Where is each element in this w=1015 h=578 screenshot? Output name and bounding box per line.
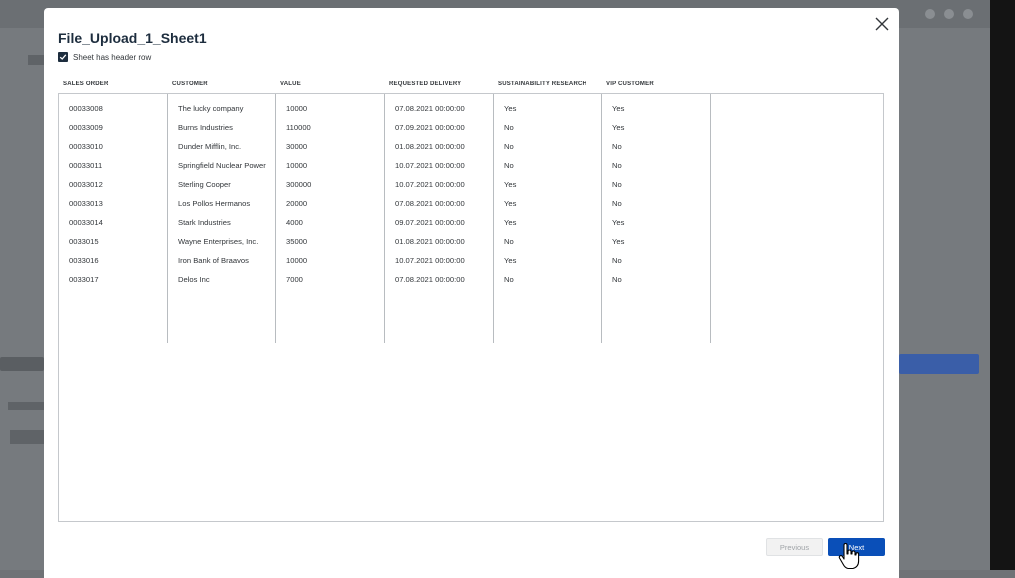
- table-cell: 10.07.2021 00:00:00: [395, 180, 465, 189]
- table-cell: The lucky company: [178, 104, 244, 113]
- background-heading: [0, 357, 44, 371]
- close-button[interactable]: [872, 14, 892, 34]
- table-cell: Yes: [504, 218, 517, 227]
- table-cell: 07.09.2021 00:00:00: [395, 123, 465, 132]
- header-row-checkbox[interactable]: [58, 52, 68, 62]
- table-row: 0033016 Iron Bank of Braavos 10000 10.07.20…: [59, 251, 885, 270]
- table-cell: 01.08.2021 00:00:00: [395, 237, 465, 246]
- table-cell: Los Pollos Hermanos: [178, 199, 251, 208]
- table-cell: Yes: [504, 256, 517, 265]
- table-cell: 10.07.2021 00:00:00: [395, 161, 465, 170]
- background-icon: [944, 9, 954, 19]
- table-cell: 09.07.2021 00:00:00: [395, 218, 465, 227]
- table-cell: Yes: [612, 104, 625, 113]
- table-cell: No: [504, 275, 514, 284]
- table-cell: 4000: [286, 218, 303, 227]
- table-cell: 0033016: [69, 256, 99, 265]
- table-cell: Yes: [612, 218, 625, 227]
- table-cell: No: [612, 180, 622, 189]
- table-cell: Sterling Cooper: [178, 180, 231, 189]
- table-row: 00033009 Burns Industries 110000 07.09.2021…: [59, 118, 885, 137]
- table-cell: Yes: [504, 104, 517, 113]
- table-row: 00033014 Stark Industries 4000 09.07.2021 0…: [59, 213, 885, 232]
- table-cell: No: [504, 161, 514, 170]
- table-cell: 10.07.2021 00:00:00: [395, 256, 465, 265]
- table-cell: Dunder Mifflin, Inc.: [178, 142, 242, 151]
- table-cell: 00033009: [69, 123, 103, 132]
- background-button: [899, 354, 979, 374]
- table-cell: 0033015: [69, 237, 99, 246]
- table-cell: 00033013: [69, 199, 103, 208]
- table-cell: 07.08.2021 00:00:00: [395, 104, 465, 113]
- table-cell: 35000: [286, 237, 308, 246]
- table-cell: No: [612, 199, 622, 208]
- table-cell: No: [612, 161, 622, 170]
- table-cell: 30000: [286, 142, 308, 151]
- table-cell: No: [504, 123, 514, 132]
- hand-cursor-icon: [838, 543, 860, 570]
- table-cell: No: [504, 237, 514, 246]
- table-cell: 110000: [286, 123, 311, 132]
- checkmark-icon: [59, 54, 67, 60]
- table-cell: 10000: [286, 161, 308, 170]
- table-cell: Yes: [612, 123, 625, 132]
- table-row: 00033013 Los Pollos Hermanos 20000 07.08.20…: [59, 194, 885, 213]
- background-icon: [925, 9, 935, 19]
- column-header: VIP CUSTOMER: [606, 81, 654, 87]
- table-cell: 20000: [286, 199, 308, 208]
- table-row: 00033011 Springfield Nuclear Power 10000 10…: [59, 156, 885, 175]
- table-cell: Iron Bank of Braavos: [178, 256, 249, 265]
- table-cell: Springfield Nuclear Power: [178, 161, 266, 170]
- table-cell: No: [612, 142, 622, 151]
- table-row: 0033015 Wayne Enterprises, Inc. 35000 01.08…: [59, 232, 885, 251]
- table-cell: 07.08.2021 00:00:00: [395, 199, 465, 208]
- table-row: 00033008 The lucky company 10000 07.08.2021…: [59, 99, 885, 118]
- table-cell: Wayne Enterprises, Inc.: [178, 237, 259, 246]
- background-icon: [963, 9, 973, 19]
- table-cell: Yes: [612, 237, 625, 246]
- table-cell: 0033017: [69, 275, 99, 284]
- column-header: REQUESTED DELIVERY: [389, 81, 462, 87]
- column-header: SALES ORDER: [63, 81, 109, 87]
- background-element: [28, 55, 44, 65]
- table-cell: 10000: [286, 104, 308, 113]
- table-cell: 10000: [286, 256, 308, 265]
- header-row-label: Sheet has header row: [73, 52, 152, 62]
- table-cell: 00033008: [69, 104, 103, 113]
- table-row: 00033010 Dunder Mifflin, Inc. 30000 01.08.2…: [59, 137, 885, 156]
- table-cell: 7000: [286, 275, 303, 284]
- table-cell: Burns Industries: [178, 123, 233, 132]
- table-row: 00033012 Sterling Cooper 300000 10.07.2021 …: [59, 175, 885, 194]
- table-cell: Stark Industries: [178, 218, 231, 227]
- data-table: 00033008 The lucky company 10000 07.08.2021…: [58, 93, 884, 522]
- table-cell: 00033014: [69, 218, 103, 227]
- table-cell: No: [612, 275, 622, 284]
- table-cell: 300000: [286, 180, 312, 189]
- table-cell: 00033010: [69, 142, 103, 151]
- dialog-title: File_Upload_1_Sheet1: [58, 30, 207, 46]
- table-cell: Yes: [504, 180, 517, 189]
- table-cell: 01.08.2021 00:00:00: [395, 142, 465, 151]
- previous-button[interactable]: Previous: [766, 538, 823, 556]
- background-element: [10, 430, 44, 444]
- table-row: 0033017 Delos Inc 7000 07.08.2021 00:00:00 N…: [59, 270, 885, 289]
- table-cell: Yes: [504, 199, 517, 208]
- background-right-strip: [990, 0, 1015, 570]
- background-element: [8, 402, 44, 410]
- table-cell: No: [504, 142, 514, 151]
- table-cell: Delos Inc: [178, 275, 210, 284]
- header-row-toggle[interactable]: Sheet has header row: [58, 52, 151, 62]
- close-icon: [875, 17, 889, 31]
- table-cell: 07.08.2021 00:00:00: [395, 275, 465, 284]
- upload-preview-dialog: File_Upload_1_Sheet1 Sheet has header ro…: [44, 8, 899, 578]
- table-cell: 00033011: [69, 161, 103, 170]
- table-cell: 00033012: [69, 180, 103, 189]
- column-header: SUSTAINABILITY RESEARCH: [498, 81, 586, 87]
- table-cell: No: [612, 256, 622, 265]
- column-header: VALUE: [280, 81, 301, 87]
- column-header: CUSTOMER: [172, 81, 208, 87]
